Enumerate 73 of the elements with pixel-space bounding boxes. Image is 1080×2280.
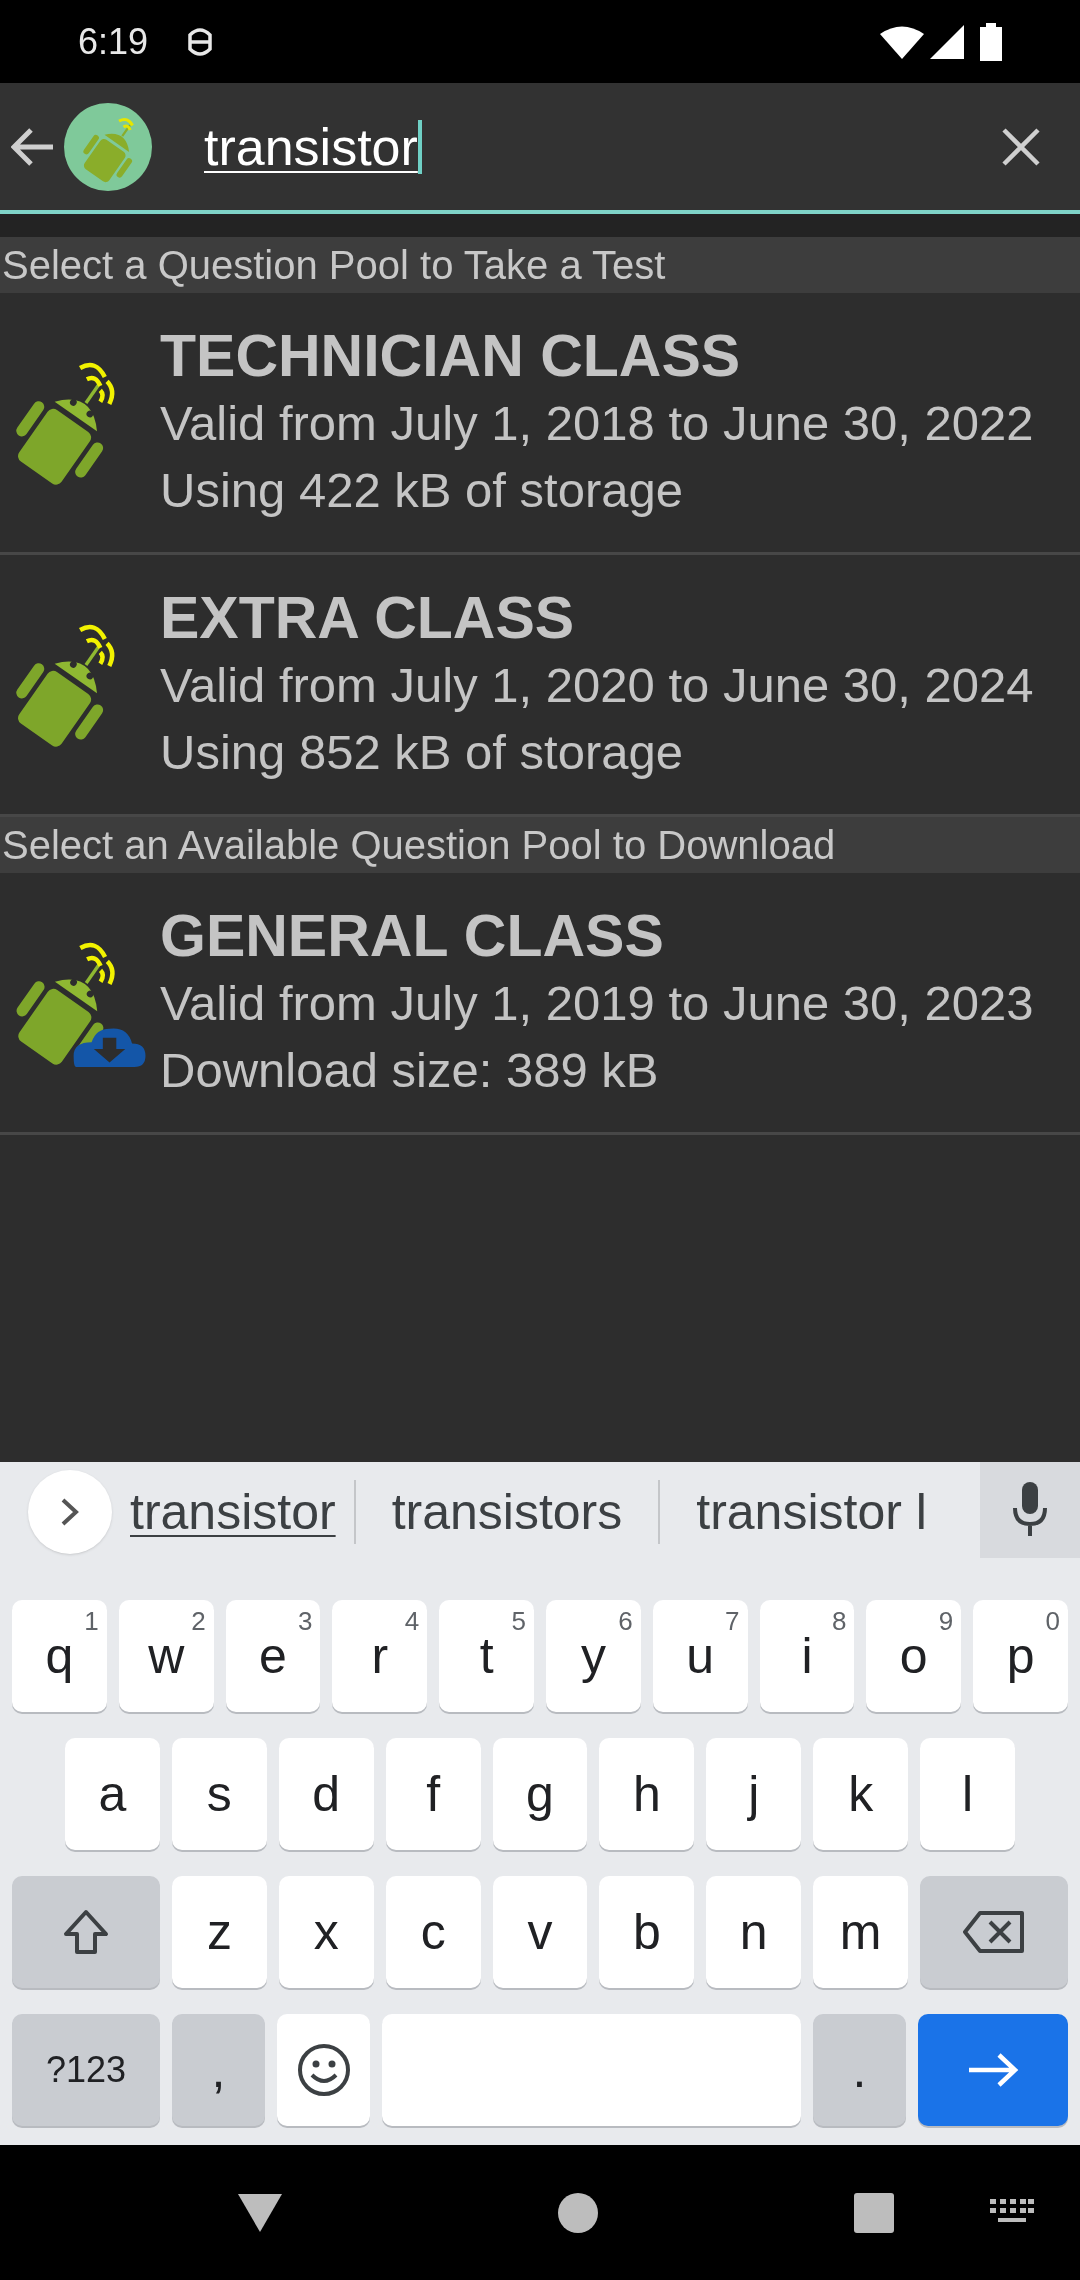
suggestion[interactable]: transistor l xyxy=(660,1474,963,1550)
symbols-key[interactable]: ?123 xyxy=(12,2014,160,2126)
letter-key[interactable]: a xyxy=(65,1738,160,1850)
backspace-key[interactable] xyxy=(920,1876,1068,1988)
letter-key[interactable]: r 4 xyxy=(332,1600,428,1712)
backspace-icon xyxy=(962,1910,1026,1954)
nav-home-icon[interactable] xyxy=(558,2192,598,2233)
section-header: Select an Available Question Pool to Download xyxy=(1,822,836,869)
pool-detail: Valid from July 1, 2018 to June 30, 2022 xyxy=(160,394,1034,452)
key-hint: 9 xyxy=(938,1605,954,1638)
shift-icon xyxy=(62,1908,110,1956)
letter-key[interactable]: i 8 xyxy=(759,1600,855,1712)
pool-detail: Valid from July 1, 2019 to June 30, 2023 xyxy=(160,974,1034,1032)
suggestion[interactable]: transistors xyxy=(355,1474,659,1550)
letter-key[interactable]: b xyxy=(599,1876,695,1988)
key-hint: 3 xyxy=(297,1605,313,1638)
letter-key[interactable]: n xyxy=(706,1876,802,1988)
letter-key[interactable]: w 2 xyxy=(118,1600,214,1712)
letter-key[interactable]: g xyxy=(492,1738,588,1850)
battery-icon xyxy=(980,22,1002,61)
wifi-icon xyxy=(880,24,924,59)
letter-key[interactable]: q 1 xyxy=(12,1600,107,1712)
key-hint: 1 xyxy=(84,1605,99,1638)
key-hint: 8 xyxy=(831,1605,847,1638)
key-hint: 2 xyxy=(191,1605,206,1638)
pool-title: EXTRA CLASS xyxy=(160,583,576,652)
nav-back-icon[interactable] xyxy=(238,2193,282,2232)
letter-key[interactable]: h xyxy=(599,1738,695,1850)
letter-key[interactable]: p 0 xyxy=(973,1600,1068,1712)
arrow-right-icon xyxy=(967,2052,1019,2088)
letter-key[interactable]: o 9 xyxy=(866,1600,962,1712)
pool-detail: Download size: 389 kB xyxy=(160,1041,660,1099)
letter-key[interactable]: z xyxy=(172,1876,267,1988)
emoji-icon xyxy=(296,2043,351,2097)
letter-key[interactable]: y 6 xyxy=(546,1600,641,1712)
app-logo-icon xyxy=(64,102,152,191)
nav-recents-icon[interactable] xyxy=(854,2192,894,2233)
punctuation-key[interactable]: , xyxy=(172,2014,265,2126)
letter-key[interactable]: m xyxy=(813,1876,908,1988)
back-arrow-icon xyxy=(11,126,55,167)
status-time: 6:19 xyxy=(78,19,149,64)
microphone-icon[interactable] xyxy=(1012,1482,1048,1538)
key-hint: 4 xyxy=(404,1605,420,1638)
letter-key[interactable]: d xyxy=(278,1738,374,1850)
letter-key[interactable]: l xyxy=(920,1738,1015,1850)
letter-key[interactable]: c xyxy=(385,1876,481,1988)
pool-title: GENERAL CLASS xyxy=(160,901,665,970)
shift-key[interactable] xyxy=(12,1876,160,1988)
emoji-key[interactable] xyxy=(277,2014,370,2126)
letter-key[interactable]: u 7 xyxy=(652,1600,748,1712)
key-hint: 6 xyxy=(618,1605,633,1638)
letter-key[interactable]: f xyxy=(385,1738,481,1850)
key-hint: 7 xyxy=(725,1605,740,1638)
enter-key[interactable] xyxy=(918,2014,1068,2126)
letter-key[interactable]: x xyxy=(278,1876,374,1988)
letter-key[interactable]: v xyxy=(492,1876,588,1988)
letter-key[interactable]: t 5 xyxy=(439,1600,534,1712)
letter-key[interactable]: j xyxy=(706,1738,802,1850)
signal-icon xyxy=(930,24,964,59)
punctuation-key[interactable]: . xyxy=(813,2014,906,2126)
pool-detail: Using 422 kB of storage xyxy=(160,461,684,519)
pool-title: TECHNICIAN CLASS xyxy=(160,321,742,390)
chevron-right-icon xyxy=(60,1497,80,1527)
letter-key[interactable]: s xyxy=(171,1738,267,1850)
pool-detail: Using 852 kB of storage xyxy=(160,723,684,781)
key-hint: 5 xyxy=(511,1605,526,1638)
close-icon xyxy=(1001,126,1041,167)
letter-key[interactable]: k xyxy=(813,1738,909,1850)
pool-detail: Valid from July 1, 2020 to June 30, 2024 xyxy=(160,656,1034,714)
suggestion[interactable]: transistor xyxy=(112,1474,354,1550)
section-header: Select a Question Pool to Take a Test xyxy=(1,242,666,289)
letter-key[interactable]: e 3 xyxy=(225,1600,321,1712)
key-hint: 0 xyxy=(1045,1605,1060,1638)
